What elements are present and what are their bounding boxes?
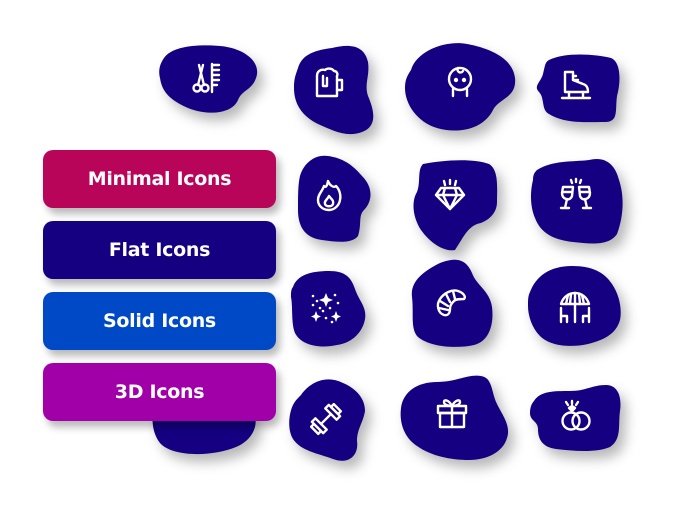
scissors-comb-icon	[190, 61, 224, 95]
sparkles-icon	[309, 291, 343, 325]
icon-tile-croissant[interactable]	[406, 257, 498, 349]
icon-tile-diamond[interactable]	[413, 158, 501, 254]
fire-icon	[312, 178, 346, 212]
icon-tile-barber[interactable]	[158, 42, 262, 114]
icon-tile-patio[interactable]	[526, 262, 622, 348]
solid-icons-button[interactable]: Solid Icons	[43, 292, 276, 350]
icon-tile-beer[interactable]	[292, 40, 378, 136]
icon-tile-ice-skate[interactable]	[535, 52, 621, 124]
dumbbell-icon	[309, 402, 343, 436]
beer-mug-icon	[312, 66, 346, 100]
icon-tile-gift[interactable]	[397, 372, 513, 464]
icon-tile-dumbbell[interactable]	[287, 375, 369, 463]
ice-skate-icon	[559, 68, 593, 102]
flat-icons-button[interactable]: Flat Icons	[43, 221, 276, 279]
icon-tile-baby[interactable]	[403, 40, 517, 132]
croissant-icon	[434, 285, 468, 319]
icon-tile-fire[interactable]	[296, 152, 374, 242]
wedding-rings-icon	[560, 399, 594, 434]
icon-tile-cheers[interactable]	[529, 156, 625, 246]
baby-icon	[443, 64, 477, 98]
diamond-icon	[433, 178, 467, 212]
cheers-glasses-icon	[559, 177, 593, 212]
icon-tile-sparkles[interactable]	[289, 267, 369, 349]
3d-icons-button[interactable]: 3D Icons	[43, 363, 276, 421]
gift-icon	[435, 396, 469, 430]
minimal-icons-button[interactable]: Minimal Icons	[43, 150, 276, 208]
icon-tile-rings[interactable]	[530, 383, 624, 453]
patio-umbrella-icon	[558, 290, 592, 324]
